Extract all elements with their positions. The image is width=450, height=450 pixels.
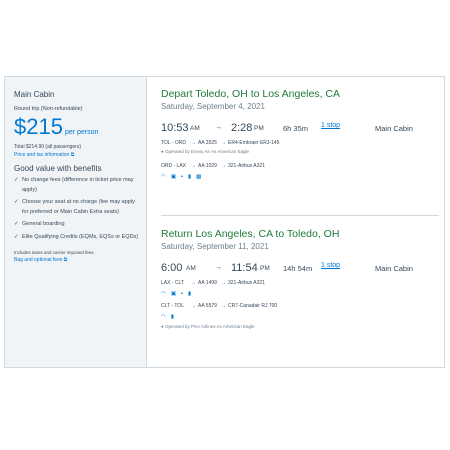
arrow-icon: →: [221, 280, 226, 286]
benefit-item: ✓ No change fees (difference in ticket pr…: [14, 176, 146, 195]
fare-summary-panel: Main Cabin Round trip (Non-refundable) $…: [5, 77, 147, 367]
arrow-icon: →: [221, 163, 226, 169]
fare-cabin-title: Main Cabin: [14, 90, 55, 99]
flight-leg: CLT - TOL → AA 5579 → CR7-Canadair RJ 70…: [161, 303, 278, 309]
depart-title: Depart Toledo, OH to Los Angeles, CA: [161, 88, 340, 100]
benefits-title: Good value with benefits: [14, 164, 102, 173]
arrow-icon: →: [191, 163, 196, 169]
app-icon: ▮: [187, 290, 191, 297]
return-stops-link[interactable]: 1 stop: [321, 262, 340, 269]
benefit-item: ✓ General boarding: [14, 220, 146, 230]
segment-divider: [161, 215, 439, 216]
check-icon: ✓: [14, 221, 19, 227]
depart-stops-link[interactable]: 1 stop: [321, 122, 340, 129]
entertainment-icon: ▣: [170, 173, 177, 180]
flight-details-card: Main Cabin Round trip (Non-refundable) $…: [4, 76, 445, 368]
arrow-icon: →: [221, 303, 226, 309]
arrow-icon: →: [215, 124, 222, 131]
external-link-icon: ⧉: [70, 152, 75, 158]
benefit-item: ✓ Elite Qualifying Credits (EQMs, EQSs or…: [14, 233, 146, 243]
depart-departure-ampm: AM: [190, 125, 200, 132]
flight-leg: TOL - ORD → AA 3525 → ER4-Embraer ERJ-14…: [161, 140, 280, 146]
wifi-icon: ◠: [161, 173, 166, 180]
return-arrival-time: 11:54: [231, 262, 258, 274]
arrow-icon: →: [221, 140, 226, 146]
flight-leg: ORD - LAX → AA 1029 → 321-Airbus A321: [161, 163, 265, 169]
arrow-icon: →: [215, 264, 222, 271]
return-segment: Return Los Angeles, CA to Toledo, OH Sat…: [161, 228, 439, 329]
return-times: 6:00 AM → 11:54 PM 14h 54m 1 stop Main C…: [161, 262, 439, 278]
power-icon: ▪: [181, 290, 183, 297]
arrow-icon: →: [191, 280, 196, 286]
amenities: ◠ ▣ ▪ ▮ ▩: [161, 173, 439, 180]
arrow-icon: →: [191, 140, 196, 146]
depart-times: 10:53 AM → 2:28 PM 6h 35m 1 stop Main Ca…: [161, 122, 439, 138]
depart-segment: Depart Toledo, OH to Los Angeles, CA Sat…: [161, 88, 439, 180]
depart-arrival-ampm: PM: [254, 125, 264, 132]
trip-type: Round trip (Non-refundable): [14, 106, 83, 112]
price: $215: [14, 114, 63, 139]
power-icon: ▪: [181, 173, 183, 180]
return-cabin: Main Cabin: [375, 264, 413, 273]
amenities: ◠ ▣ ▪ ▮: [161, 290, 439, 297]
flight-leg: LAX - CLT → AA 1499 → 321-Airbus A321: [161, 280, 265, 286]
check-icon: ✓: [14, 199, 19, 205]
operated-by: ● Operated by Envoy Air As American Eagl…: [161, 149, 250, 154]
return-date: Saturday, September 11, 2021: [161, 242, 269, 251]
return-title: Return Los Angeles, CA to Toledo, OH: [161, 228, 340, 240]
total-price: Total $214.90 (all passengers): [14, 144, 81, 150]
depart-cabin: Main Cabin: [375, 124, 413, 133]
wifi-icon: ◠: [161, 290, 166, 297]
operated-by: ● Operated by PSA Airlines As American E…: [161, 324, 255, 329]
depart-date: Saturday, September 4, 2021: [161, 102, 265, 111]
price-info-link[interactable]: Price and tax information ⧉: [14, 152, 146, 158]
bag-fees-link[interactable]: Bag and optional fees ⧉: [14, 257, 146, 263]
price-row: $215 per person: [14, 116, 146, 138]
return-arrival-ampm: PM: [260, 265, 270, 272]
amenities: ◠ ▮: [161, 313, 439, 320]
fees-note: Includes taxes and carrier imposed fees.: [14, 250, 95, 255]
app-icon: ▮: [170, 313, 174, 320]
seat-icon: ▩: [196, 173, 202, 180]
return-departure-time: 6:00: [161, 262, 183, 274]
wifi-icon: ◠: [161, 313, 166, 320]
return-departure-ampm: AM: [186, 265, 196, 272]
entertainment-icon: ▣: [170, 290, 177, 297]
depart-duration: 6h 35m: [283, 124, 309, 133]
benefit-item: ✓ Choose your seat at no charge (fee may …: [14, 198, 146, 217]
app-icon: ▮: [187, 173, 191, 180]
check-icon: ✓: [14, 233, 19, 240]
check-icon: ✓: [14, 177, 19, 183]
depart-arrival-time: 2:28: [231, 122, 253, 134]
depart-departure-time: 10:53: [161, 122, 189, 134]
external-link-icon: ⧉: [63, 257, 68, 263]
per-person-label: per person: [64, 129, 99, 136]
arrow-icon: →: [191, 303, 196, 309]
return-duration: 14h 54m: [283, 264, 313, 273]
